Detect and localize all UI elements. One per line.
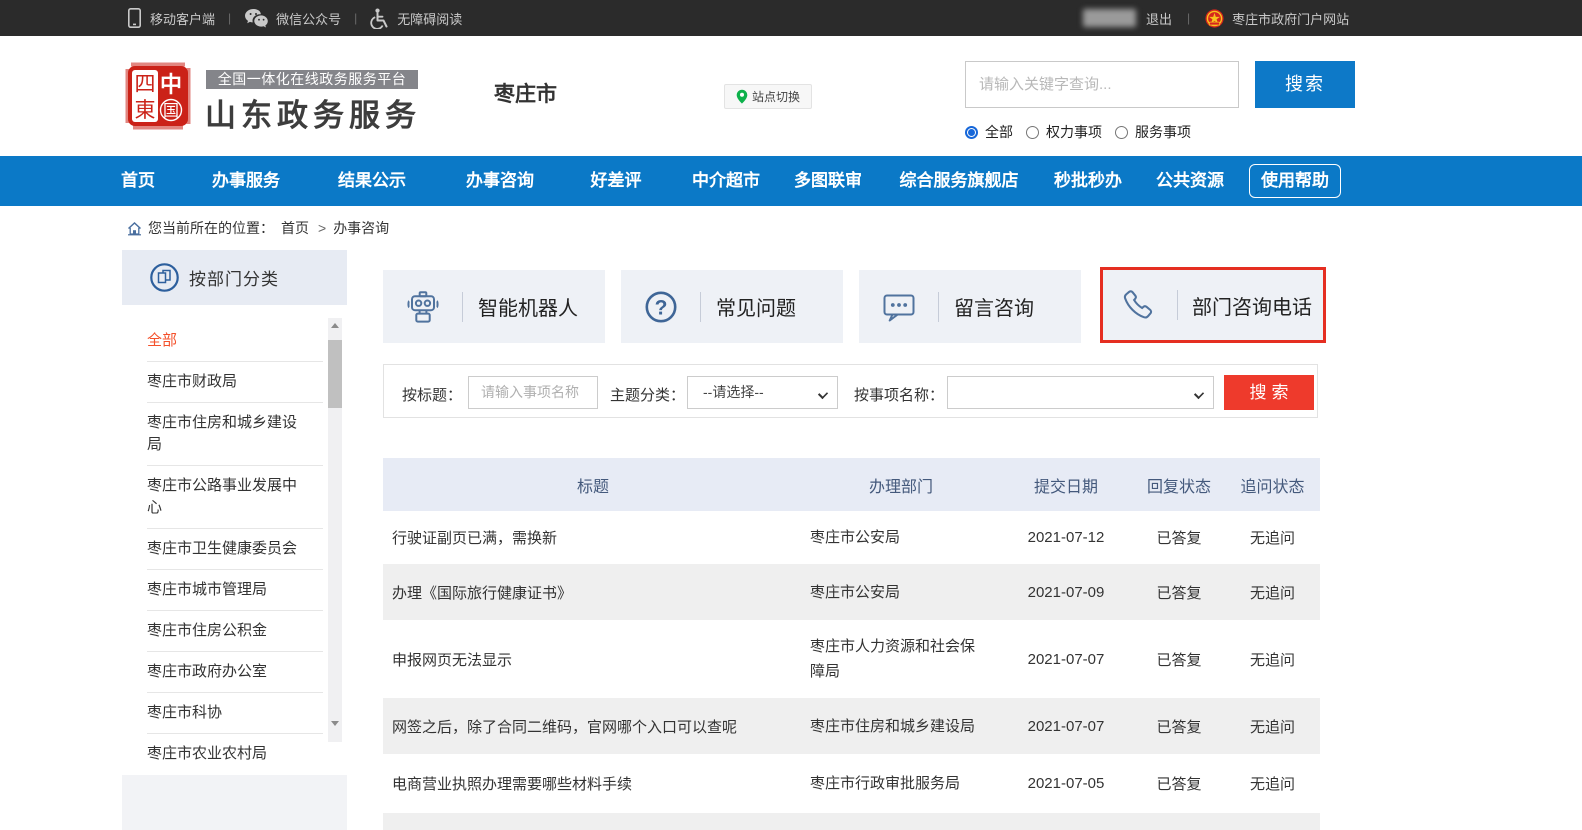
- svg-text:?: ?: [655, 296, 668, 319]
- svg-text:東: 東: [135, 99, 156, 122]
- svg-text:国: 国: [163, 103, 179, 120]
- svg-text:四: 四: [135, 73, 156, 96]
- svg-text:中: 中: [160, 72, 182, 97]
